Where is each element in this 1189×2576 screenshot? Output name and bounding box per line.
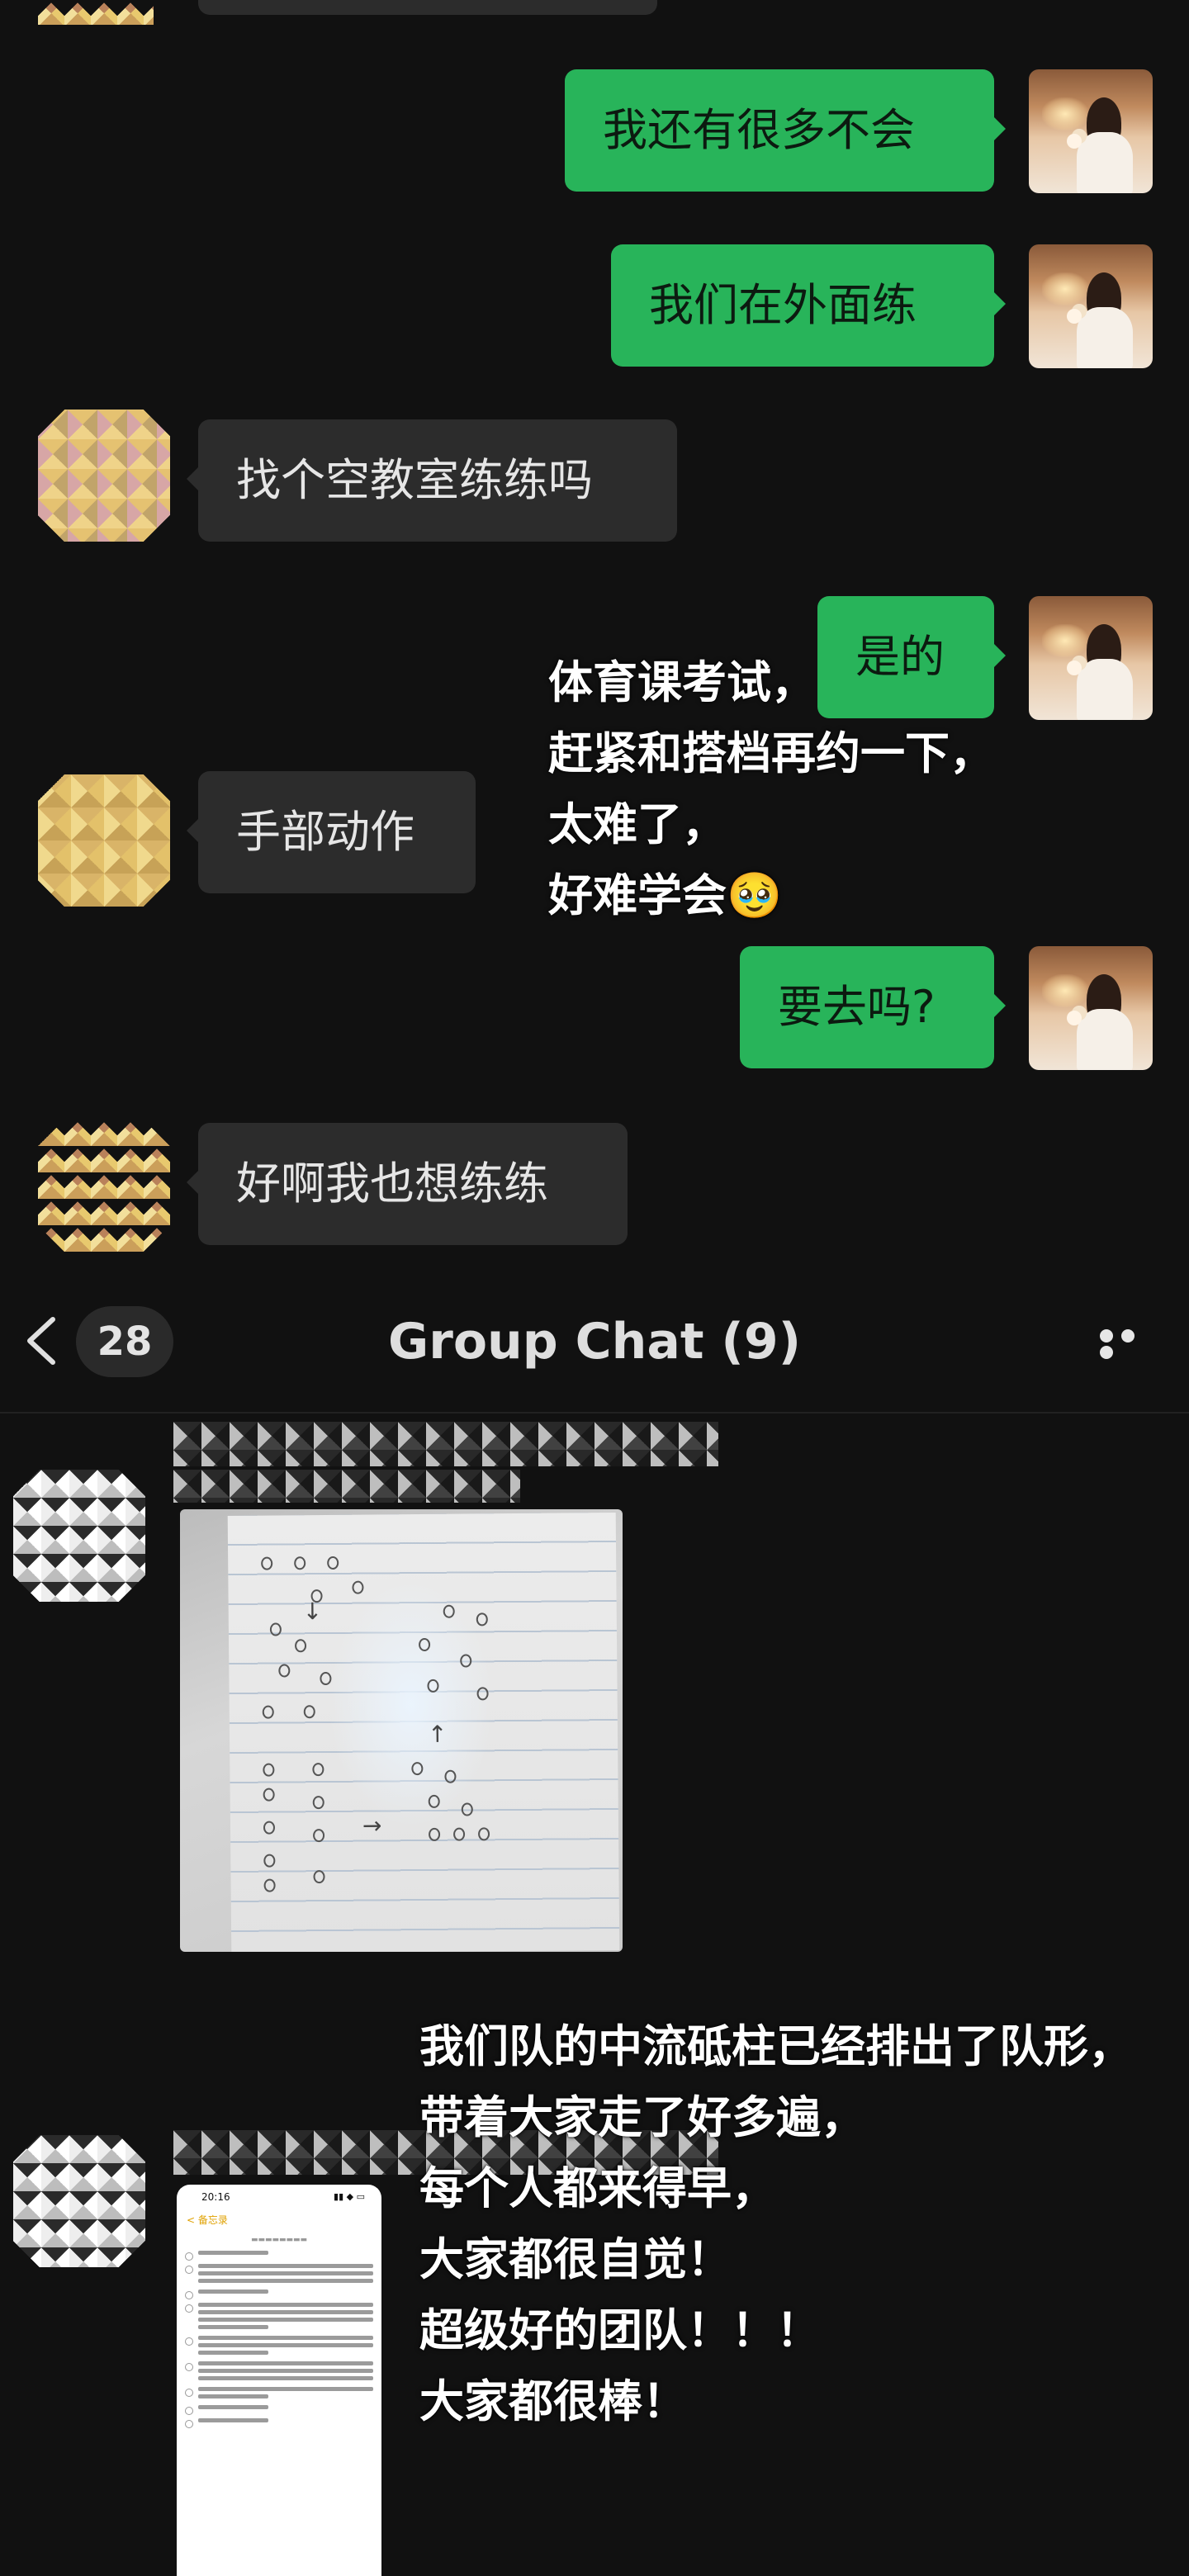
message-bubble-outgoing[interactable]: 我还有很多不会 [565,69,1006,192]
contact-avatar[interactable] [13,2135,145,2267]
caption-line: 体育课考试， [548,656,816,708]
my-avatar[interactable] [1029,244,1153,368]
sender-name-mosaic [173,1422,718,1466]
caption-line: 大家都很自觉！ [419,2233,732,2285]
message-bubble-incoming[interactable]: 好啊我也想练练 [187,1123,628,1245]
caption-line: 赶紧和搭档再约一下， [548,727,994,779]
chat-navigation-bar: 28 Group Chat (9) [0,1271,1189,1413]
my-avatar[interactable] [1029,596,1153,720]
overlay-caption: 体育课考试， 赶紧和搭档再约一下， 太难了， 好难学会🥹 [548,647,994,931]
contact-avatar[interactable] [38,1120,170,1252]
sender-name-mosaic [173,1470,520,1503]
message-bubble-outgoing[interactable]: 要去吗? [740,946,1006,1068]
caption-line: 我们队的中流砥柱已经排出了队形， [419,2020,1133,2072]
partial-incoming-bubble [198,0,657,15]
more-icon[interactable] [1100,1329,1163,1359]
message-bubble-outgoing[interactable]: 我们在外面练 [611,244,1006,367]
message-text: 我还有很多不会 [603,104,915,156]
caption-line: 超级好的团队！！！ [419,2304,821,2356]
caption-line: 每个人都来得早， [419,2162,776,2214]
caption-line: 大家都很棒！ [419,2375,687,2427]
memo-screenshot-photo[interactable]: 20:16 ▮▮ ◆ ▭ < 备忘录 ▬▬▬▬▬▬▬▬ [177,2185,381,2576]
message-text: 好啊我也想练练 [236,1158,548,1210]
memo-time: 20:16 [201,2191,230,2203]
message-text: 找个空教室练练吗 [236,454,593,506]
message-bubble-incoming[interactable]: 找个空教室练练吗 [187,419,677,542]
overlay-caption: 我们队的中流砥柱已经排出了队形， 带着大家走了好多遍， 每个人都来得早， 大家都… [419,2011,1133,2437]
message-text: 我们在外面练 [649,279,917,331]
caption-line: 好难学会🥹 [548,869,783,921]
contact-avatar[interactable] [13,1470,145,1602]
chat-title: Group Chat (9) [387,1313,801,1371]
caption-line: 太难了， [548,798,727,850]
notebook-photo[interactable]: ↓ ↑ → [180,1509,623,1952]
memo-date: ▬▬▬▬▬▬▬▬ [250,2236,308,2244]
caption-line: 带着大家走了好多遍， [419,2091,865,2143]
partial-avatar[interactable] [38,0,154,25]
status-icons: ▮▮ ◆ ▭ [334,2191,365,2202]
my-avatar[interactable] [1029,69,1153,193]
message-text: 要去吗? [778,981,936,1033]
memo-back-link: < 备忘录 [187,2214,228,2226]
message-bubble-incoming[interactable]: 手部动作 [187,771,476,893]
message-text: 手部动作 [236,806,414,858]
my-avatar[interactable] [1029,946,1153,1070]
memo-checklist [185,2251,373,2432]
contact-avatar[interactable] [38,410,170,542]
contact-avatar[interactable] [38,774,170,907]
